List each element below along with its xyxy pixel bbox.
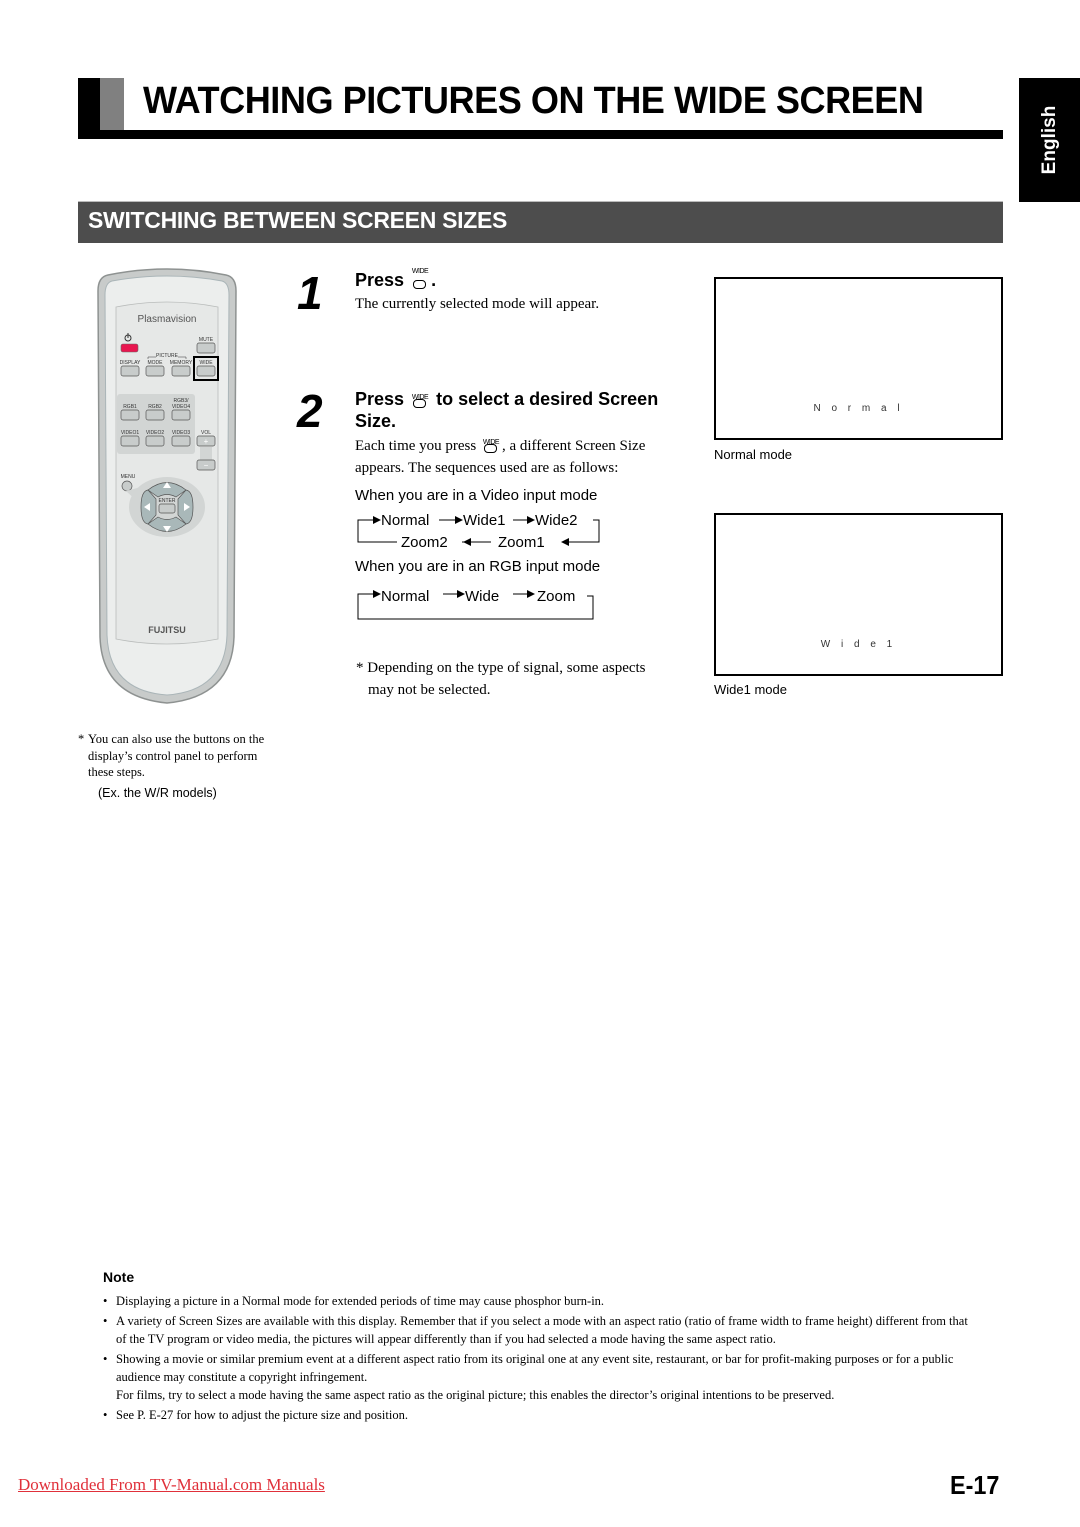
seq-video-normal: Normal: [381, 512, 429, 529]
memory-button: [171, 365, 191, 377]
step-1-heading: Press WIDE.: [355, 268, 437, 290]
svg-text:MENU: MENU: [121, 474, 136, 480]
display-button: [120, 365, 140, 377]
step-1-body: The currently selected mode will appear.: [355, 296, 600, 312]
arrow-right-icon: [455, 516, 463, 524]
arrow-left-icon: [463, 538, 471, 546]
arrow-right-icon: [527, 590, 535, 598]
section-title: SWITCHING BETWEEN SCREEN SIZES: [88, 207, 508, 233]
mode-button: [145, 365, 165, 377]
seq-rgb-normal: Normal: [381, 588, 429, 605]
note-heading: Note: [103, 1269, 135, 1285]
rgb-sequence-label: When you are in an RGB input mode: [355, 558, 601, 575]
step-1-number: 1: [297, 267, 323, 319]
mute-label: MUTE: [199, 337, 214, 343]
arrow-right-icon: [373, 590, 381, 598]
video-sequence-diagram: Normal Wide1 Wide2 Zoom1 Zoom2: [357, 512, 600, 551]
wide1-screen-label: W i d e 1: [820, 639, 897, 650]
seq-video-zoom1: Zoom1: [498, 534, 545, 551]
rgb3-video4-button: [171, 409, 191, 421]
language-tab-label: English: [1038, 105, 1060, 175]
wide-button-icon: WIDE: [482, 435, 500, 453]
mode-label: MODE: [148, 360, 164, 366]
note-list: • Displaying a picture in a Normal mode f…: [103, 1292, 973, 1426]
wide-button: [196, 365, 216, 377]
step-2-body: Each time you press WIDE, a different Sc…: [355, 435, 645, 479]
svg-text:RGB2: RGB2: [148, 404, 162, 410]
seq-rgb-wide: Wide: [465, 588, 499, 605]
note-item: • See P. E-27 for how to adjust the pictu…: [103, 1408, 408, 1422]
svg-text:ENTER: ENTER: [159, 498, 176, 504]
svg-text:VIDEO1: VIDEO1: [121, 430, 140, 436]
svg-text:+: +: [204, 437, 209, 446]
normal-mode-screen: N o r m a l: [714, 277, 1003, 440]
arrow-right-icon: [457, 590, 465, 598]
video3-button: [171, 435, 191, 447]
rgb2-button: [145, 409, 165, 421]
seq-rgb-zoom: Zoom: [537, 588, 575, 605]
note-item: • A variety of Screen Sizes are available…: [103, 1314, 968, 1346]
arrow-left-icon: [561, 538, 569, 546]
video2-button: [145, 435, 165, 447]
svg-text:VIDEO3: VIDEO3: [172, 430, 191, 436]
normal-screen-label: N o r m a l: [813, 403, 904, 414]
page-number: E-17: [950, 1470, 1000, 1500]
svg-text:RGB1: RGB1: [123, 404, 137, 410]
title-accent-black: [78, 78, 100, 138]
power-button: [120, 343, 139, 353]
rgb1-button: [120, 409, 140, 421]
wide1-mode-caption: Wide1 mode: [714, 682, 787, 697]
language-tab: English: [1019, 78, 1080, 202]
wide-button-icon: WIDE: [411, 268, 429, 289]
seq-video-zoom2: Zoom2: [401, 534, 448, 551]
wide-button-icon: WIDE: [411, 390, 429, 408]
video-sequence-label: When you are in a Video input mode: [355, 487, 598, 504]
note-item: • Showing a movie or similar premium even…: [103, 1352, 954, 1402]
display-label: DISPLAY: [120, 360, 141, 366]
arrow-right-icon: [527, 516, 535, 524]
remote-control-illustration: Plasmavision MUTE PICTURE DISPLAY MODE M…: [97, 268, 237, 704]
normal-mode-caption: Normal mode: [714, 447, 793, 462]
download-source-link[interactable]: Downloaded From TV-Manual.com Manuals: [18, 1475, 325, 1495]
title-accent-gray: [100, 78, 124, 130]
memory-label: MEMORY: [170, 360, 193, 366]
picture-group-label: PICTURE: [156, 353, 179, 359]
svg-text:VOL: VOL: [201, 430, 211, 436]
wide-label: WIDE: [199, 360, 213, 366]
remote-brand-top: Plasmavision: [138, 314, 197, 325]
signal-note: * Depending on the type of signal, some …: [356, 660, 646, 698]
rgb-sequence-diagram: Normal Wide Zoom: [357, 588, 594, 620]
title-underline: [78, 130, 1003, 139]
video1-button: [120, 435, 140, 447]
remote-note: * You can also use the buttons on the di…: [78, 732, 265, 779]
menu-button: [121, 480, 133, 492]
wide1-mode-screen: W i d e 1: [714, 513, 1003, 676]
svg-text:−: −: [204, 461, 209, 470]
step-2-heading: Press WIDE to select a desired Screen Si…: [355, 389, 659, 431]
mute-button: [196, 342, 216, 354]
seq-video-wide2: Wide2: [535, 512, 578, 529]
enter-button: [158, 503, 176, 514]
seq-video-wide1: Wide1: [463, 512, 506, 529]
remote-brand-bottom: FUJITSU: [148, 625, 186, 635]
remote-example-caption: (Ex. the W/R models): [98, 786, 217, 800]
step-2-number: 2: [297, 385, 323, 437]
svg-text:VIDEO4: VIDEO4: [172, 404, 191, 410]
svg-text:VIDEO2: VIDEO2: [146, 430, 165, 436]
page-title: WATCHING PICTURES ON THE WIDE SCREEN: [143, 80, 924, 122]
note-item: • Displaying a picture in a Normal mode f…: [103, 1294, 605, 1308]
